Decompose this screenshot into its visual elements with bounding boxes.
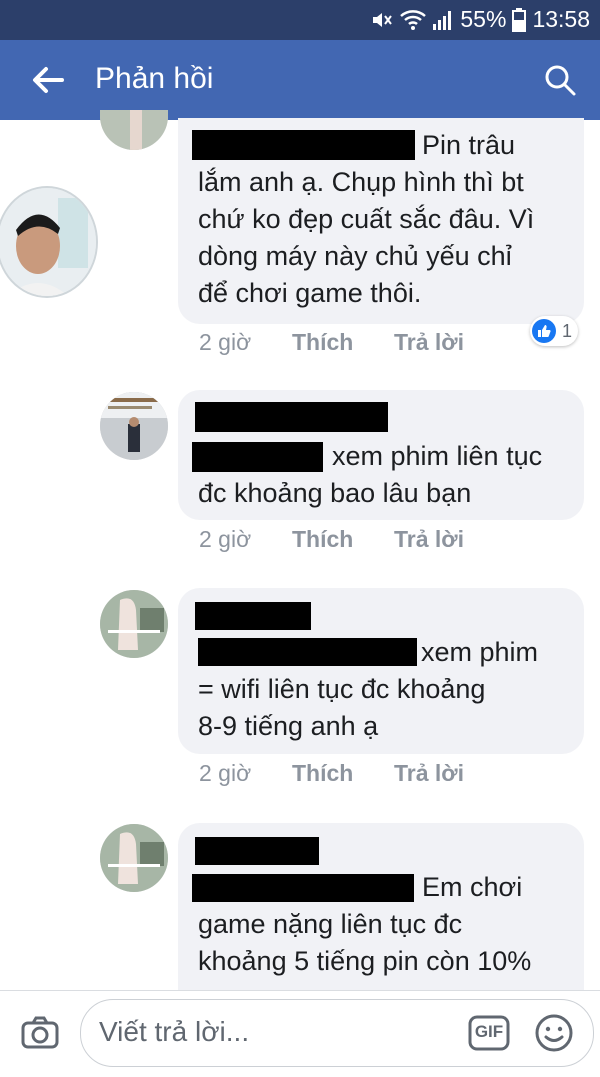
reaction-count: 1 (562, 320, 573, 341)
comment-line: Pin trâu (422, 130, 516, 160)
comment-line: chứ ko đẹp cuất sắc đâu. Vì (198, 204, 535, 234)
like-label: Thích (292, 760, 354, 786)
like-label: Thích (292, 526, 354, 552)
back-arrow-icon (33, 67, 64, 93)
comment-bubble: xem phim liên tục đc khoảng bao lâu bạn (178, 390, 584, 520)
comment-line: đc khoảng bao lâu bạn (198, 478, 472, 508)
comment-time: 2 giờ (199, 760, 252, 786)
avatar-image (100, 110, 168, 150)
back-button[interactable] (26, 58, 70, 102)
mute-icon (373, 12, 393, 27)
comment-line: để chơi game thôi. (198, 278, 422, 308)
reply-input[interactable]: Viết trả lời... GIF (80, 999, 594, 1067)
redacted-name (192, 130, 415, 160)
comment-bubble: xem phim = wifi liên tục đc khoảng 8-9 t… (178, 588, 584, 754)
reply-label: Trả lời (394, 760, 465, 786)
like-link[interactable]: Thích (292, 526, 353, 553)
comment-line: lắm anh ạ. Chụp hình thì bt (198, 167, 524, 197)
reply-composer: Viết trả lời... GIF (0, 990, 600, 1077)
avatar[interactable] (100, 110, 168, 150)
signal-icon (433, 10, 452, 30)
comment-line: xem phim liên tục (332, 441, 543, 471)
comment-line: game nặng liên tục đc (198, 909, 463, 939)
avatar[interactable] (100, 824, 168, 892)
like-label: Thích (292, 329, 354, 355)
like-icon (532, 319, 556, 343)
comment-line: khoảng 5 tiếng pin còn 10% (198, 946, 532, 976)
comment-line: 8-9 tiếng anh ạ (198, 711, 379, 741)
avatar[interactable] (100, 590, 168, 658)
person-avatar-image (0, 188, 96, 296)
redacted-name (195, 402, 388, 432)
search-icon (545, 65, 576, 96)
comment-bubble: Pin trâu lắm anh ạ. Chụp hình thì bt chứ… (178, 118, 584, 324)
comment-line: = wifi liên tục đc khoảng (198, 674, 486, 704)
status-icons: 55% 13:58 (370, 6, 590, 33)
reply-link[interactable]: Trả lời (394, 526, 464, 553)
comment-line: dòng máy này chủ yếu chỉ (198, 241, 512, 271)
avatar[interactable] (100, 392, 168, 460)
redacted-mention (192, 442, 323, 472)
gif-label: GIF (474, 1022, 504, 1041)
app-bar: Phản hồi (0, 40, 600, 120)
redacted-mention (192, 874, 414, 902)
like-link[interactable]: Thích (292, 760, 353, 787)
avatar-image (100, 590, 168, 658)
comment-line: Em chơi (422, 872, 523, 902)
avatar-image (100, 392, 168, 460)
comment-time: 2 giờ (199, 526, 252, 552)
redacted-mention (198, 638, 417, 666)
like-link[interactable]: Thích (292, 329, 353, 356)
search-button[interactable] (540, 60, 580, 100)
status-bar: 55% 13:58 (0, 0, 600, 40)
battery-percent: 55% (460, 6, 507, 32)
reply-link[interactable]: Trả lời (394, 329, 464, 356)
battery-icon (512, 7, 527, 32)
redacted-name (195, 837, 319, 865)
emoji-button[interactable] (533, 1012, 575, 1054)
camera-button[interactable] (20, 1013, 60, 1053)
redacted-name (195, 602, 311, 630)
status-time: 13:58 (532, 6, 590, 32)
gif-button[interactable]: GIF (467, 1013, 511, 1053)
reaction-badge[interactable]: 1 (530, 316, 579, 346)
reply-link[interactable]: Trả lời (394, 760, 464, 787)
avatar[interactable] (0, 186, 98, 298)
comment-time: 2 giờ (199, 329, 252, 355)
avatar-image (100, 824, 168, 892)
page-title: Phản hồi (95, 62, 214, 95)
wifi-icon (400, 9, 427, 30)
emoji-icon (535, 1014, 573, 1052)
reply-label: Trả lời (394, 526, 465, 552)
comment-bubble: Em chơi game nặng liên tục đc khoảng 5 t… (178, 823, 584, 993)
camera-icon (21, 1016, 59, 1049)
reply-placeholder: Viết trả lời... (99, 1016, 250, 1047)
reply-label: Trả lời (394, 329, 465, 355)
comment-line: xem phim (421, 637, 539, 667)
